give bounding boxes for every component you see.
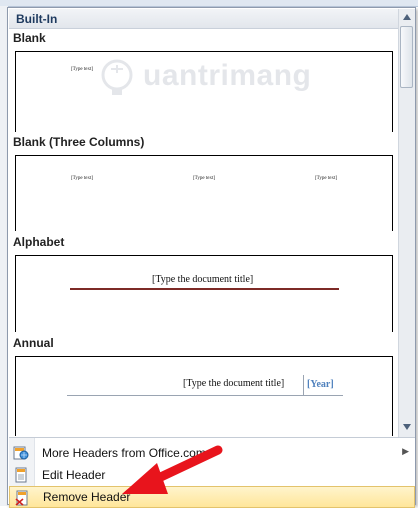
gallery-item-label: Alphabet	[13, 235, 65, 249]
arrow-down-icon	[403, 424, 411, 430]
remove-header-menu-item[interactable]: Remove Header	[9, 486, 415, 508]
gallery-scrollbar[interactable]	[398, 9, 415, 437]
placeholder-text: [Type text]	[193, 176, 216, 181]
menu-divider	[9, 437, 415, 438]
watermark-text: uantrimang	[143, 59, 312, 92]
section-header-built-in: Built-In	[9, 9, 398, 29]
submenu-arrow-icon: ▶	[402, 446, 409, 456]
header-thumbnail[interactable]: [Type the document title] [Year]	[15, 356, 393, 436]
gallery-item-label: Annual	[13, 336, 54, 350]
lightbulb-logo-icon	[101, 59, 133, 95]
menu-item-label: More Headers from Office.com	[42, 446, 206, 460]
edit-header-menu-item[interactable]: Edit Header	[9, 464, 415, 486]
year-placeholder: [Year]	[307, 379, 334, 390]
placeholder-text: [Type text]	[71, 67, 94, 72]
title-placeholder: [Type the document title]	[152, 274, 254, 285]
menu-item-label: Edit Header	[42, 468, 106, 482]
more-headers-menu-item[interactable]: More Headers from Office.com ▶	[9, 442, 415, 464]
gallery-item-label: Blank (Three Columns)	[13, 135, 145, 149]
menu-item-label: Remove Header	[43, 490, 131, 504]
gallery-item-annual[interactable]: Annual [Type the document title] [Year]	[9, 334, 398, 436]
header-thumbnail[interactable]: [Type text] [Type text] [Type text]	[15, 155, 393, 231]
placeholder-text: [Type text]	[315, 176, 338, 181]
gallery-item-blank-three-columns[interactable]: Blank (Three Columns) [Type text] [Type …	[9, 133, 398, 233]
scroll-down-button[interactable]	[399, 419, 415, 435]
scroll-up-button[interactable]	[399, 9, 415, 25]
title-placeholder: [Type the document title]	[183, 378, 285, 389]
site-watermark: uantrimang	[97, 57, 327, 101]
gallery-item-label: Blank	[13, 31, 46, 45]
office-globe-icon	[13, 446, 29, 460]
remove-header-icon	[15, 490, 28, 506]
header-gallery: Blank [Type text] Blank (Three Columns) …	[9, 29, 398, 436]
scroll-thumb[interactable]	[400, 26, 413, 88]
ribbon-edge	[0, 0, 418, 7]
arrow-up-icon	[403, 14, 411, 20]
title-underline	[67, 395, 343, 396]
gallery-item-alphabet[interactable]: Alphabet [Type the document title]	[9, 233, 398, 333]
title-underline	[70, 288, 339, 290]
placeholder-text: [Type text]	[71, 176, 94, 181]
title-separator	[303, 375, 304, 395]
header-gallery-dropdown: Built-In Blank [Type text] Blank (Three …	[7, 7, 416, 508]
edit-header-icon	[15, 467, 27, 483]
header-thumbnail[interactable]: [Type the document title]	[15, 255, 393, 332]
